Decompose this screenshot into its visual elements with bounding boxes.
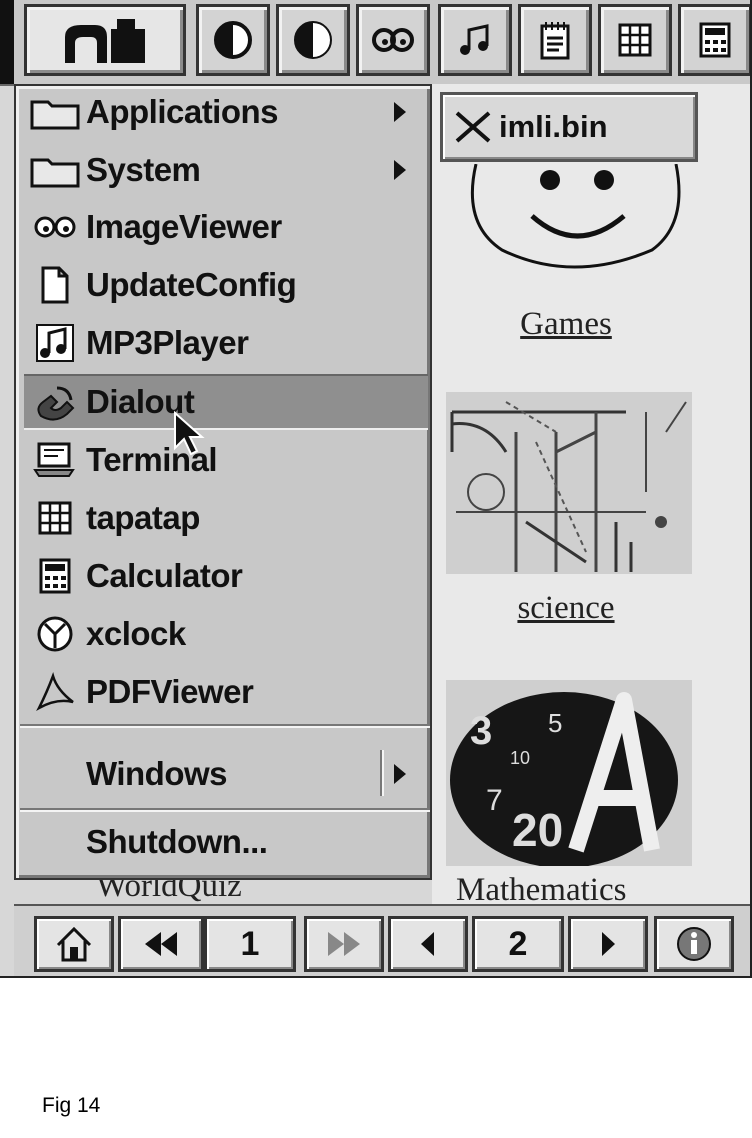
menu-item-dialout[interactable]: Dialout [24,374,428,430]
info-button[interactable] [654,916,734,972]
contrast-dark-icon [294,21,332,59]
pdf-icon [24,667,86,717]
grid-icon [24,493,86,543]
calculator-icon [699,22,731,58]
menu-item-label: Calculator [86,557,243,594]
right-arrow-icon [602,932,615,956]
window-button-label: imli.bin [499,109,608,144]
mp3-player-launcher[interactable] [438,4,512,76]
menu-item-label: MP3Player [86,324,249,361]
top-panel [0,0,750,86]
menu-item-pdfviewer[interactable]: PDFViewer [24,664,428,720]
submenu-arrow-icon [394,764,406,784]
phone-icon [24,377,86,427]
games-label[interactable]: Games [462,306,670,343]
double-left-arrow-icon [145,932,177,956]
menu-item-label: PDFViewer [86,673,254,710]
clock-icon [24,609,86,659]
menu-item-updateconfig[interactable]: UpdateConfig [24,257,428,313]
folder-icon [24,145,86,195]
svg-text:7: 7 [486,784,503,817]
numbers-ball-icon: 3 10 5 7 20 [450,692,678,868]
x-window-icon [455,111,491,143]
menu-item-applications[interactable]: Applications [24,84,428,140]
window-button-imli[interactable]: imli.bin [440,92,698,162]
start-menu: Applications System ImageViewer UpdateCo… [14,84,432,880]
menu-item-label: UpdateConfig [86,266,297,303]
tapatap-launcher[interactable] [598,4,672,76]
screen: imli.bin Games science 3 10 5 7 20 World… [0,0,752,978]
games-icon[interactable] [462,163,692,274]
music-note-icon [24,318,86,368]
info-icon [677,927,711,961]
science-icon[interactable] [446,392,692,574]
menu-item-calculator[interactable]: Calculator [24,548,428,604]
menu-item-label: Windows [86,755,228,792]
panel-edge [0,0,14,84]
home-button[interactable] [34,916,114,972]
page-number-b[interactable]: 2 [472,916,564,972]
contrast-half-button[interactable] [196,4,270,76]
menu-item-shutdown[interactable]: Shutdown... [24,814,428,870]
menu-item-imageviewer[interactable]: ImageViewer [24,199,428,255]
notepad-launcher[interactable] [518,4,592,76]
menu-item-label: xclock [86,615,186,652]
menu-item-terminal[interactable]: Terminal [24,432,428,488]
start-menu-button[interactable] [24,4,186,76]
menu-separator [20,724,430,728]
menu-item-tapatap[interactable]: tapatap [24,490,428,546]
menu-item-windows[interactable]: Windows [24,746,428,802]
windows-submenu-divider [380,750,384,796]
svg-text:5: 5 [548,708,562,738]
first-page-button[interactable] [118,916,204,972]
left-arrow-icon [421,932,434,956]
document-icon [24,260,86,310]
mathematics-icon[interactable]: 3 10 5 7 20 [446,680,692,868]
double-right-arrow-icon [328,932,360,956]
menu-item-label: tapatap [86,499,200,536]
grid-icon [618,23,652,57]
calculator-icon [24,551,86,601]
submenu-arrow-icon [394,102,406,122]
next-pages-button[interactable] [304,916,384,972]
menu-item-label: ImageViewer [86,208,282,245]
notepad-icon [540,22,570,60]
mouse-pointer-icon [174,410,205,456]
menu-item-system[interactable]: System [24,142,428,198]
previous-page-button[interactable] [388,916,468,972]
music-note-icon [460,24,489,55]
smiley-face-icon [470,163,681,269]
image-viewer-icon [372,28,414,52]
menu-item-mp3player[interactable]: MP3Player [24,315,428,371]
calculator-launcher[interactable] [678,4,750,76]
svg-text:3: 3 [470,709,492,753]
menu-item-label: Applications [86,93,279,130]
image-viewer-launcher[interactable] [356,4,430,76]
menu-item-xclock[interactable]: xclock [24,606,428,662]
menu-separator [20,808,430,812]
menu-item-label: Shutdown... [86,823,268,860]
page-number-a[interactable]: 1 [204,916,296,972]
science-label[interactable]: science [462,590,670,627]
terminal-icon [24,435,86,485]
submenu-arrow-icon [394,160,406,180]
menu-item-label: System [86,151,201,188]
pager-bar: 1 2 [14,904,750,976]
home-logo-icon [65,19,145,63]
contrast-half-icon [214,21,252,59]
folder-icon [24,87,86,137]
figure-caption: Fig 14 [42,1094,101,1117]
contrast-dark-button[interactable] [276,4,350,76]
svg-text:20: 20 [512,804,563,856]
svg-text:10: 10 [510,748,530,768]
science-diagram-icon [450,401,687,572]
house-icon [56,926,92,962]
image-viewer-icon [24,202,86,252]
next-page-button[interactable] [568,916,648,972]
